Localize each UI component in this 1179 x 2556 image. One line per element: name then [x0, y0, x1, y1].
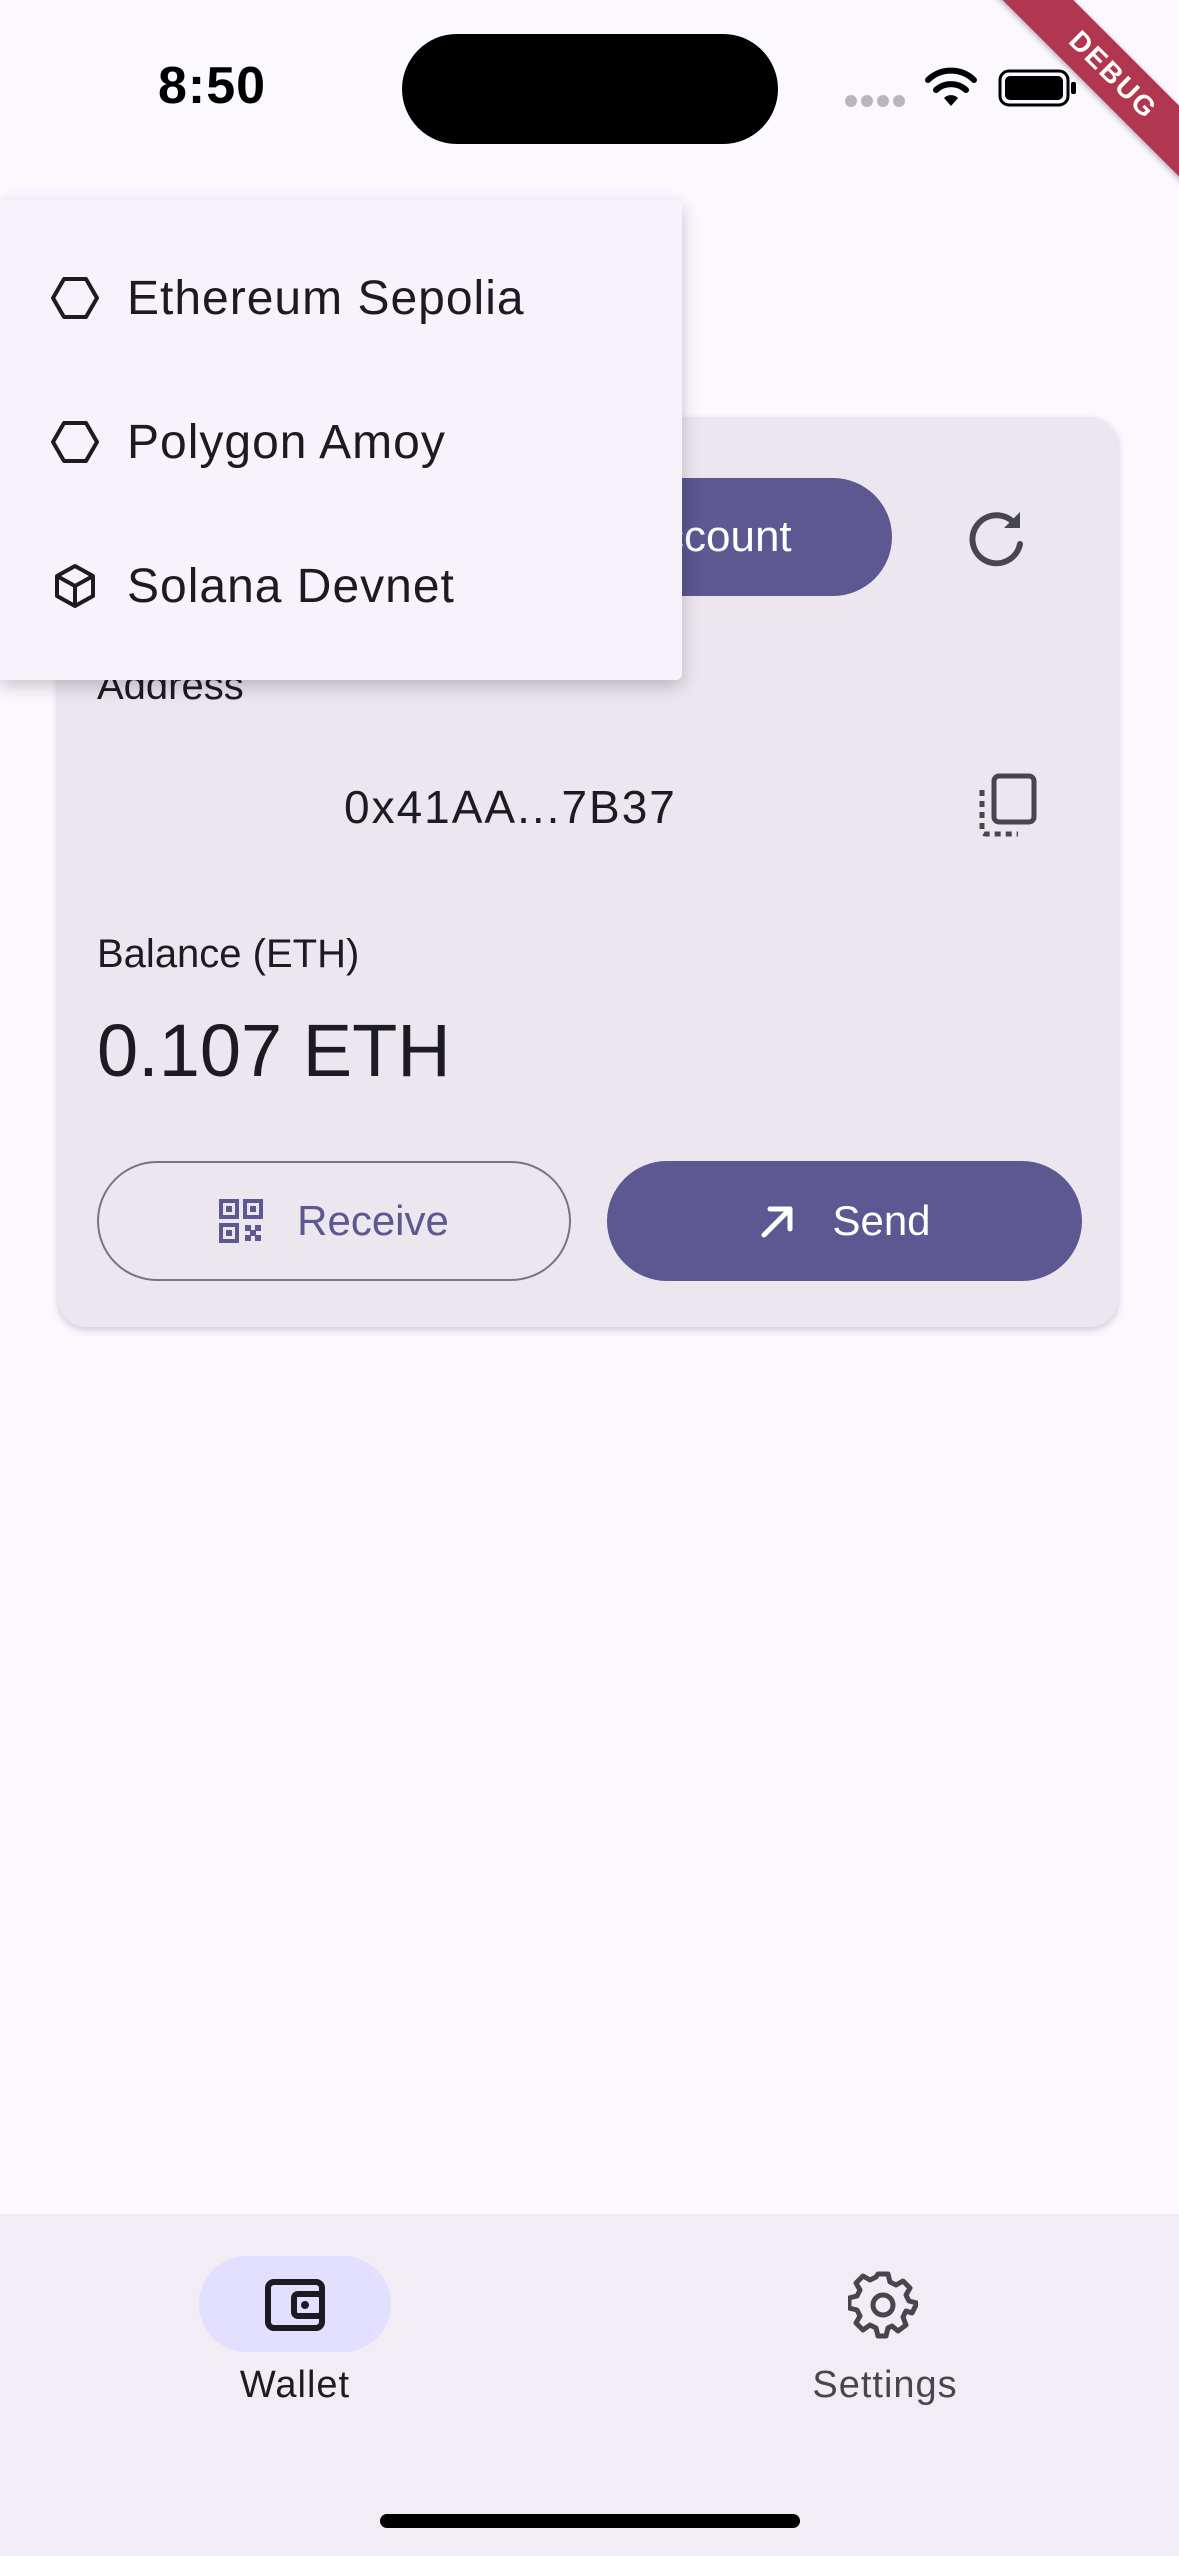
nav-item-settings-label[interactable]: Settings — [590, 2364, 1179, 2407]
cube-outline-icon — [50, 561, 100, 611]
send-button-label: Send — [832, 1197, 931, 1244]
send-button[interactable]: Send — [607, 1161, 1082, 1281]
cellular-signal-icon — [845, 95, 905, 107]
nav-item-wallet-label[interactable]: Wallet — [0, 2364, 590, 2407]
menu-item-label: Ethereum Sepolia — [127, 271, 525, 325]
refresh-icon[interactable] — [960, 500, 1036, 576]
copy-icon[interactable] — [972, 770, 1042, 840]
menu-item-polygon-amoy[interactable]: Polygon Amoy — [0, 370, 682, 514]
balance-label: Balance (ETH) — [97, 932, 360, 976]
status-bar-time: 8:50 — [158, 57, 267, 115]
battery-icon — [998, 69, 1076, 107]
wallet-icon — [265, 2279, 325, 2331]
menu-item-label: Solana Devnet — [127, 559, 455, 613]
receive-button-label: Receive — [297, 1197, 449, 1244]
menu-item-label: Polygon Amoy — [127, 415, 446, 469]
gear-icon[interactable] — [848, 2270, 918, 2340]
wifi-icon — [925, 67, 977, 106]
network-menu: Ethereum Sepolia Polygon Amoy Solana Dev… — [0, 200, 682, 680]
hexagon-outline-icon — [50, 417, 100, 467]
address-value: 0x41AA...7B37 — [344, 781, 677, 833]
receive-button[interactable]: Receive — [97, 1161, 571, 1281]
qr-code-icon — [219, 1199, 264, 1243]
hexagon-outline-icon — [50, 273, 100, 323]
home-indicator — [380, 2514, 800, 2528]
dynamic-island — [402, 34, 778, 144]
menu-item-ethereum-sepolia[interactable]: Ethereum Sepolia — [0, 226, 682, 370]
balance-value: 0.107 ETH — [97, 1009, 451, 1092]
arrow-up-right-icon — [758, 1201, 798, 1241]
menu-item-solana-devnet[interactable]: Solana Devnet — [0, 514, 682, 658]
